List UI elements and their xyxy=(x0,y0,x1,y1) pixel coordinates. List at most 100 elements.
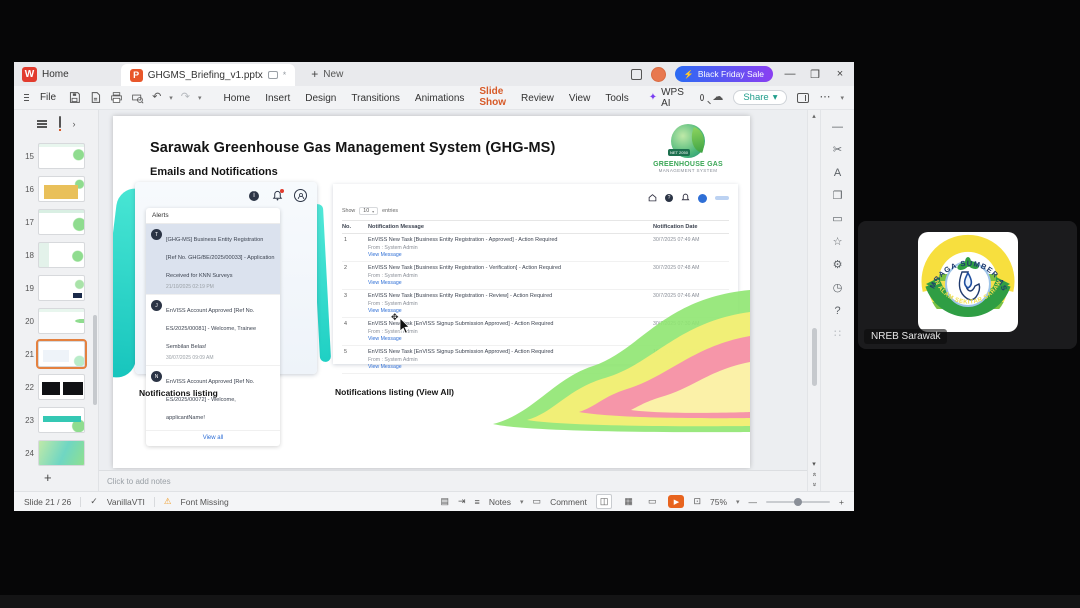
outline-view-icon[interactable] xyxy=(36,123,47,125)
tab-home[interactable]: Home xyxy=(42,69,83,80)
normal-view-button[interactable]: ◫ xyxy=(595,494,613,509)
zoom-dropdown-icon[interactable]: ▾ xyxy=(736,498,740,506)
slide-thumbnail-image[interactable] xyxy=(38,308,85,334)
jump-icon[interactable]: ⇥ xyxy=(458,496,466,507)
slide-thumbnail-image[interactable] xyxy=(36,339,87,369)
rail-icon[interactable]: A xyxy=(834,168,841,179)
fit-slide-icon[interactable]: ⊡ xyxy=(693,496,701,507)
slide-thumbnail-image[interactable] xyxy=(38,242,85,268)
previous-slide-button[interactable]: « xyxy=(811,473,818,477)
rail-icon[interactable]: ∷ xyxy=(834,329,841,340)
slide-thumbnail[interactable]: 15 xyxy=(20,143,85,169)
export-pdf-button[interactable] xyxy=(89,91,102,105)
task-window-icon[interactable]: ▤ xyxy=(440,496,449,507)
slide-thumbnail-image[interactable] xyxy=(38,143,85,169)
zoom-slider-knob[interactable] xyxy=(794,497,803,506)
caption-notifications-listing: Notifications listing xyxy=(139,388,218,398)
print-preview-button[interactable] xyxy=(131,91,144,105)
rail-icon[interactable]: ⚙ xyxy=(833,260,843,271)
rail-icon[interactable]: — xyxy=(832,122,843,133)
zoom-out-button[interactable]: — xyxy=(749,497,758,507)
save-button[interactable] xyxy=(68,91,81,105)
slide-thumbnail-image[interactable] xyxy=(38,440,85,466)
rail-icon[interactable]: ▭ xyxy=(832,214,842,225)
slide-thumbnail[interactable]: 22 xyxy=(20,374,85,400)
scroll-down-icon[interactable]: ▾ xyxy=(812,461,816,468)
task-pane-icon[interactable] xyxy=(797,92,810,103)
slide-thumbnail-image[interactable] xyxy=(38,209,85,235)
collapse-panel-icon[interactable]: › xyxy=(73,119,76,129)
ribbon-menu-item[interactable]: Animations xyxy=(415,89,464,107)
rail-icon[interactable]: ☆ xyxy=(833,237,843,248)
slideshow-play-button[interactable]: ▶ xyxy=(668,495,685,508)
slide-thumbnail[interactable]: 24 xyxy=(20,440,85,466)
ribbon-menu-item[interactable]: View xyxy=(569,89,591,107)
ribbon-menu-item[interactable]: Tools xyxy=(605,89,628,107)
ribbon-menu-item[interactable]: Design xyxy=(305,89,336,107)
new-tab-button[interactable]: + New xyxy=(311,67,343,81)
more-options-icon[interactable]: ⋯ xyxy=(819,92,830,103)
zoom-slider[interactable] xyxy=(766,497,831,506)
comment-button[interactable]: Comment xyxy=(550,497,587,507)
black-friday-sale-button[interactable]: ⚡ Black Friday Sale xyxy=(674,66,773,82)
editor-scrollbar[interactable]: ▴ ▾ « » xyxy=(807,110,820,491)
account-avatar[interactable] xyxy=(650,66,666,82)
thumbnail-scrollbar[interactable] xyxy=(93,315,97,405)
next-slide-button[interactable]: » xyxy=(811,483,818,487)
spellcheck-icon[interactable]: ✓ xyxy=(90,496,98,507)
add-slide-button[interactable]: + xyxy=(44,470,52,485)
slide-view-icon[interactable] xyxy=(58,116,61,131)
collapse-ribbon-icon[interactable]: ▾ xyxy=(840,94,844,102)
undo-button[interactable]: ↶ xyxy=(152,92,161,103)
theme-name[interactable]: VanillaVTI xyxy=(107,497,145,507)
zoom-in-button[interactable]: + xyxy=(839,497,844,507)
slide-thumbnail[interactable]: 21 xyxy=(20,339,87,369)
wps-logo-icon[interactable]: W xyxy=(22,66,37,82)
rail-icon[interactable]: ◷ xyxy=(833,283,843,294)
cloud-sync-icon[interactable]: ☁ xyxy=(712,92,723,103)
redo-button[interactable]: ↷ xyxy=(181,92,190,103)
rail-icon[interactable]: ? xyxy=(834,306,840,317)
rail-icon[interactable]: ❐ xyxy=(833,191,843,202)
slide-21[interactable]: Sarawak Greenhouse Gas Management System… xyxy=(113,116,750,468)
ribbon-menu-item[interactable]: Home xyxy=(224,89,251,107)
minimize-button[interactable]: — xyxy=(782,68,798,80)
window-switch-icon[interactable] xyxy=(630,68,642,80)
slide-thumbnail-image[interactable] xyxy=(38,407,85,433)
tab-document-label: GHGMS_Briefing_v1.pptx xyxy=(147,69,263,81)
notes-pane[interactable]: Click to add notes xyxy=(99,470,807,491)
zoom-level[interactable]: 75% xyxy=(710,497,727,507)
scroll-up-icon[interactable]: ▴ xyxy=(812,112,816,120)
notes-toggle[interactable]: Notes xyxy=(489,497,511,507)
ribbon-menu-item[interactable]: Transitions xyxy=(351,89,400,107)
restore-button[interactable]: ❐ xyxy=(807,68,823,81)
share-button[interactable]: Share ▾ xyxy=(733,90,788,105)
scrollbar-thumb[interactable] xyxy=(812,328,817,386)
close-button[interactable]: × xyxy=(832,68,848,80)
slide-thumbnail[interactable]: 16 xyxy=(20,176,85,202)
slide-thumbnail[interactable]: 23 xyxy=(20,407,85,433)
slide-thumbnail-image[interactable] xyxy=(38,176,85,202)
undo-dropdown-icon[interactable]: ▾ xyxy=(169,94,173,102)
ribbon-menu-item[interactable]: Slide Show xyxy=(479,82,506,113)
slide-sorter-button[interactable]: ▦ xyxy=(621,495,636,508)
print-button[interactable] xyxy=(110,91,123,105)
slide-thumbnail[interactable]: 17 xyxy=(20,209,85,235)
participant-video-tile[interactable]: LEMBAGA SUMBER ASLI DAN ALAM SEKITAR SAR… xyxy=(858,221,1077,349)
rail-icon[interactable]: ✂ xyxy=(833,145,842,156)
slide-thumbnail[interactable]: 18 xyxy=(20,242,85,268)
file-menu[interactable]: File xyxy=(40,92,56,103)
toolbar-more-icon[interactable]: ▾ xyxy=(198,94,202,102)
ribbon-menu-item[interactable]: Review xyxy=(521,89,554,107)
font-missing-label[interactable]: Font Missing xyxy=(181,497,229,507)
hamburger-menu-icon[interactable] xyxy=(24,96,29,99)
search-icon[interactable] xyxy=(699,94,705,101)
wps-ai-button[interactable]: ✦ WPS AI xyxy=(649,87,684,109)
slide-thumbnail-image[interactable] xyxy=(38,374,85,400)
notes-dropdown-icon[interactable]: ▾ xyxy=(520,498,524,506)
slide-thumbnail[interactable]: 20 xyxy=(20,308,85,334)
slide-thumbnail-image[interactable] xyxy=(38,275,85,301)
ribbon-menu-item[interactable]: Insert xyxy=(265,89,290,107)
reading-view-button[interactable]: ▭ xyxy=(645,495,660,508)
slide-thumbnail[interactable]: 19 xyxy=(20,275,85,301)
